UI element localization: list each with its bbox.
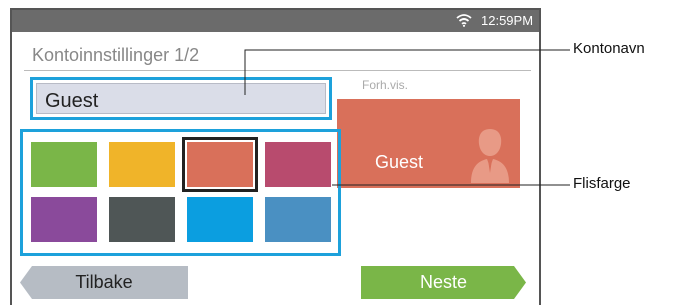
color-swatch[interactable] [187,197,253,242]
color-swatch[interactable] [31,197,97,242]
color-swatch-selected[interactable] [182,137,258,192]
back-button[interactable]: Tilbake [20,266,188,299]
tile-color-picker [20,129,341,256]
status-bar: 12:59PM [12,10,539,32]
preview-tile: Guest [337,99,520,188]
color-swatch[interactable] [31,142,97,187]
user-avatar-icon [471,129,509,183]
color-swatch[interactable] [109,142,175,187]
account-name-highlight: Guest [30,77,332,120]
wifi-icon [456,14,472,27]
device-screen: 12:59PM Kontoinnstillinger 1/2 Guest For… [10,8,541,305]
preview-tile-name: Guest [375,152,424,172]
page-title: Kontoinnstillinger 1/2 [32,45,200,65]
color-swatch[interactable] [265,142,331,187]
color-swatch[interactable] [109,197,175,242]
title-divider [24,70,531,71]
color-swatch[interactable] [265,197,331,242]
status-time: 12:59PM [481,13,534,28]
preview-label: Forh.vis. [362,78,409,92]
callout-tile-color: Flisfarge [573,175,631,192]
account-name-field[interactable]: Guest [36,83,326,114]
callout-account-name: Kontonavn [573,40,645,57]
next-button[interactable]: Neste [361,266,526,299]
